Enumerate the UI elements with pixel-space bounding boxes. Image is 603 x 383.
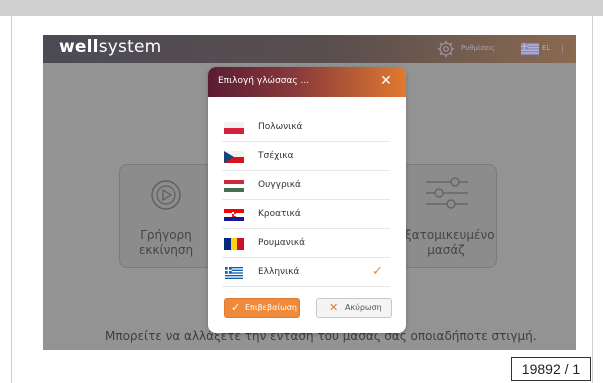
language-code[interactable]: EL	[542, 44, 550, 52]
dialog-title: Επιλογή γλώσσας ...	[218, 76, 310, 86]
frame-right-border	[592, 16, 593, 383]
language-option-greek[interactable]: Ελληνικά ✓	[222, 258, 390, 287]
language-label: Τσέχικα	[258, 151, 294, 161]
language-label: Ουγγρικά	[258, 180, 301, 190]
custom-massage-card[interactable]: Εξατομικευμένο μασάζ	[395, 164, 497, 268]
frame-left-border	[11, 16, 12, 383]
language-option-polish[interactable]: Πολωνικά	[222, 113, 390, 142]
app-header: wellsystem Ρυθμίσεις EL |	[43, 35, 576, 63]
language-label: Ρουμανικά	[258, 238, 306, 248]
custom-massage-label-line2: μασάζ	[427, 243, 465, 257]
cancel-button[interactable]: ✕ Ακύρωση	[316, 298, 392, 318]
greek-flag-icon[interactable]	[521, 43, 539, 55]
brand-logo: wellsystem	[59, 37, 161, 57]
play-icon	[151, 180, 181, 210]
language-label: Πολωνικά	[258, 122, 303, 132]
flag-czech-icon	[224, 151, 244, 163]
quick-start-label-line1: Γρήγορη	[140, 228, 192, 242]
check-icon: ✓	[372, 264, 383, 279]
cancel-button-label: Ακύρωση	[345, 303, 382, 312]
flag-greece-icon	[225, 267, 243, 279]
language-label: Κροατικά	[258, 209, 301, 219]
confirm-button[interactable]: ✓ Επιβεβαίωση	[224, 298, 300, 318]
language-option-croatian[interactable]: Κροατικά	[222, 200, 390, 229]
custom-massage-label-line1: Εξατομικευμένο	[397, 228, 495, 242]
quick-start-label-line2: εκκίνηση	[138, 243, 194, 257]
language-option-hungarian[interactable]: Ουγγρικά	[222, 171, 390, 200]
language-label: Ελληνικά	[258, 267, 300, 277]
settings-label[interactable]: Ρυθμίσεις	[461, 44, 495, 52]
dialog-header: Επιλογή γλώσσας ... ✕	[208, 67, 406, 97]
document-reference-label: 19892 / 1	[511, 357, 591, 381]
check-icon: ✓	[231, 301, 241, 314]
language-option-romanian[interactable]: Ρουμανικά	[222, 229, 390, 258]
frame-top-border	[0, 0, 603, 16]
logo-bold: well	[59, 37, 99, 57]
language-option-czech[interactable]: Τσέχικα	[222, 142, 390, 171]
header-separator: |	[561, 44, 564, 53]
flag-hungary-icon	[224, 180, 244, 192]
confirm-button-label: Επιβεβαίωση	[245, 303, 297, 312]
language-dialog: Επιλογή γλώσσας ... ✕ Πολωνικά Τσέχικα Ο…	[208, 67, 406, 333]
flag-croatia-icon	[224, 209, 244, 221]
flag-romania-icon	[224, 238, 244, 250]
flag-poland-icon	[224, 122, 244, 134]
sliders-icon	[426, 177, 468, 209]
logo-rest: system	[98, 37, 162, 57]
gear-icon[interactable]	[437, 40, 455, 58]
close-icon: ✕	[329, 301, 339, 314]
quick-start-card[interactable]: Γρήγορη εκκίνηση	[119, 164, 213, 268]
close-icon[interactable]: ✕	[378, 73, 394, 89]
